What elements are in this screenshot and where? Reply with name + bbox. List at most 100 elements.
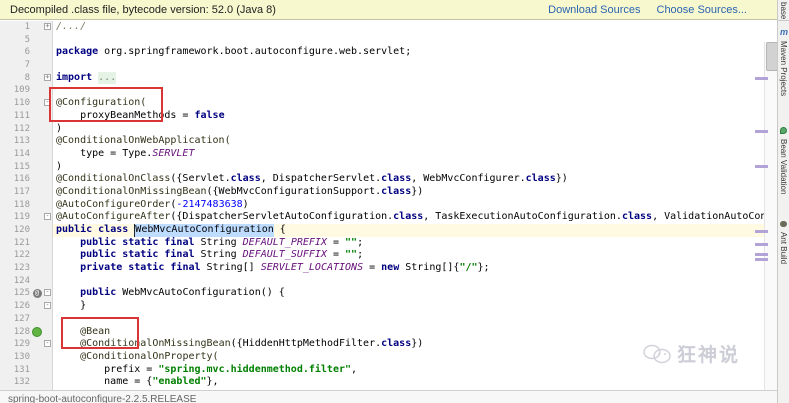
scrollbar-thumb[interactable] xyxy=(766,42,777,71)
code-line-7[interactable]: 7 xyxy=(0,59,764,72)
code-token: SERVLET xyxy=(152,147,195,159)
line-number: 1 xyxy=(24,22,30,32)
code-token: ) xyxy=(56,160,63,172)
code-line-114[interactable]: 114 type = Type. SERVLET xyxy=(0,148,764,161)
code-token: public xyxy=(56,224,93,236)
line-number: 129 xyxy=(13,339,30,350)
code-token: ; xyxy=(357,236,364,248)
code-token: ({DispatcherServletAutoConfiguration. xyxy=(170,211,394,223)
code-token: new xyxy=(381,262,400,274)
code-token: { xyxy=(273,224,286,236)
code-line-113[interactable]: 113 @ConditionalOnWebApplication( xyxy=(0,135,764,148)
code-token: type = Type. xyxy=(56,147,153,159)
fold-box-icon[interactable]: - xyxy=(44,289,51,297)
code-token: WebMvcAutoConfiguration() { xyxy=(116,287,285,299)
code-line-115[interactable]: 115) xyxy=(0,161,764,174)
code-line-132[interactable]: 132 name = {"enabled"}, xyxy=(0,376,764,389)
download-sources-link[interactable]: Download Sources xyxy=(548,4,640,16)
code-token: String[] xyxy=(200,262,261,274)
code-token: class xyxy=(381,173,412,185)
code-line-1[interactable]: 1 + /.../ xyxy=(0,21,764,34)
code-token: , xyxy=(351,363,358,375)
breadcrumb-text[interactable]: spring-boot-autoconfigure-2.2.5.RELEASE xyxy=(8,394,196,403)
tab-maven-projects[interactable]: Maven Projects xyxy=(779,41,788,96)
code-token: "/" xyxy=(459,262,478,274)
code-line-5[interactable]: 5 xyxy=(0,34,764,47)
line-number: 114 xyxy=(13,148,30,159)
line-number: 5 xyxy=(24,34,30,45)
code-line-122[interactable]: 122 public static final String DEFAULT_S… xyxy=(0,249,764,262)
line-number: 8 xyxy=(24,72,30,83)
line-number: 121 xyxy=(13,237,30,248)
code-line-116[interactable]: 116 @ConditionalOnClass ({Servlet. class, D… xyxy=(0,173,764,186)
line-number: 6 xyxy=(24,47,30,58)
tool-window-bar: base m Maven Projects Bean Validation An… xyxy=(777,0,789,403)
spring-bean-gutter-icon[interactable] xyxy=(32,326,42,337)
code-token: = xyxy=(326,236,346,248)
code-token: String[]{ xyxy=(399,262,460,274)
code-token: public xyxy=(80,287,117,299)
vertical-scrollbar[interactable] xyxy=(764,42,777,390)
line-number: 126 xyxy=(13,301,30,312)
error-stripe-mark xyxy=(755,258,768,261)
toolbar-divider xyxy=(778,20,789,21)
selected-identifier: WebMvcAutoConfiguration xyxy=(134,224,274,237)
code-line-120[interactable]: 120 public class WebMvcAutoConfiguration … xyxy=(0,224,764,237)
code-line-126[interactable]: 126 - } xyxy=(0,300,764,313)
line-number: 122 xyxy=(13,250,30,261)
code-token: /.../ xyxy=(56,21,87,32)
fold-box-icon[interactable]: + xyxy=(44,23,51,30)
breadcrumb-bar[interactable]: spring-boot-autoconfigure-2.2.5.RELEASE xyxy=(0,390,777,403)
code-token: class xyxy=(230,173,261,185)
line-number: 116 xyxy=(13,174,30,185)
maven-icon: m xyxy=(780,27,789,37)
code-token: class xyxy=(381,185,412,197)
line-number: 7 xyxy=(24,60,30,71)
code-token: ({Servlet. xyxy=(170,173,231,185)
code-token: @ConditionalOnWebApplication( xyxy=(56,135,231,147)
code-token: } xyxy=(56,300,87,312)
code-token: @ConditionalOnProperty( xyxy=(80,350,219,362)
code-token: org.springframework.boot.autoconfigure.w… xyxy=(98,46,412,58)
code-token: -2147483638 xyxy=(176,198,243,210)
line-number: 131 xyxy=(13,364,30,375)
line-number: 113 xyxy=(13,136,30,147)
code-token: false xyxy=(194,109,225,121)
code-line-118[interactable]: 118 @AutoConfigureOrder(-2147483638) xyxy=(0,199,764,212)
code-line-117[interactable]: 117 @ConditionalOnMissingBean ({WebMvcConf… xyxy=(0,186,764,199)
code-token: class xyxy=(98,224,129,236)
code-token: @ConditionalOnClass xyxy=(56,173,171,185)
tab-bean-validation[interactable]: Bean Validation xyxy=(779,139,788,194)
fold-box-icon[interactable]: - xyxy=(44,340,51,348)
fold-box-icon[interactable]: + xyxy=(44,73,51,81)
code-line-125[interactable]: 125 @ - public WebMvcAutoConfiguration() { xyxy=(0,287,764,300)
code-line-8[interactable]: 8 + import ... xyxy=(0,71,764,85)
bean-validation-icon xyxy=(780,127,787,134)
code-line-112[interactable]: 112) xyxy=(0,123,764,136)
line-number: 123 xyxy=(13,263,30,274)
code-token: }) xyxy=(555,173,568,185)
fold-box-icon[interactable]: - xyxy=(44,302,51,310)
code-line-123[interactable]: 123 private static final String[] SERVLE… xyxy=(0,262,764,275)
code-line-121[interactable]: 121 public static final String DEFAULT_P… xyxy=(0,237,764,250)
annotation-gutter-icon[interactable]: @ xyxy=(32,289,42,299)
code-token: ) xyxy=(56,122,63,134)
code-token: DEFAULT_SUFFIX xyxy=(242,249,327,261)
fold-box-icon[interactable]: - xyxy=(44,213,51,221)
code-token: public static final xyxy=(80,236,195,248)
choose-sources-link[interactable]: Choose Sources... xyxy=(657,4,748,16)
code-token: }; xyxy=(477,262,490,274)
code-line-6[interactable]: 6 package org.springframework.boot.autoco… xyxy=(0,46,764,59)
code-token: String xyxy=(194,236,243,248)
tab-ant-build[interactable]: Ant Build xyxy=(779,232,788,264)
code-token: }) xyxy=(411,185,424,197)
tab-database[interactable]: base xyxy=(779,2,788,19)
code-token: SERVLET_LOCATIONS xyxy=(260,262,364,274)
line-number: 109 xyxy=(13,85,30,96)
code-line-124[interactable]: 124 xyxy=(0,275,764,288)
line-number: 119 xyxy=(13,212,30,223)
code-line-119[interactable]: 119 - @AutoConfigureAfter ({DispatcherServl… xyxy=(0,211,764,224)
